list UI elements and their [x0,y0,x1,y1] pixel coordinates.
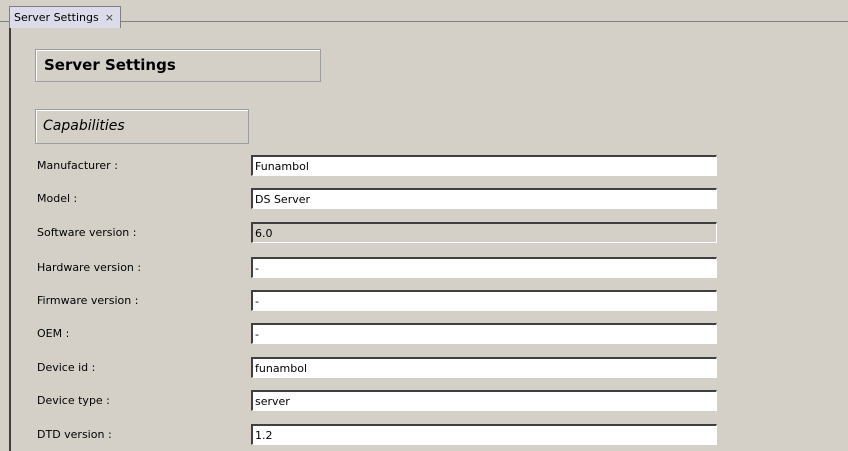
model-label: Model : [37,192,78,205]
oem-row: OEM : [11,323,841,345]
device-type-field[interactable] [251,390,717,411]
manufacturer-row: Manufacturer : [11,155,841,177]
device-id-row: Device id : [11,357,841,379]
oem-field[interactable] [251,323,717,344]
hardware-version-field[interactable] [251,257,717,278]
firmware-version-row: Firmware version : [11,290,841,312]
tab-strip: Server Settings × [0,0,848,28]
hardware-version-row: Hardware version : [11,257,841,279]
server-settings-window: Server Settings × Server Settings Capabi… [0,0,848,451]
device-id-label: Device id : [37,361,96,374]
capabilities-section-title: Capabilities [35,109,249,144]
firmware-version-field[interactable] [251,290,717,311]
tab-server-settings[interactable]: Server Settings × [9,6,121,28]
dtd-version-row: DTD version : [11,424,841,446]
oem-label: OEM : [37,327,70,340]
dtd-version-field[interactable] [251,424,717,445]
model-row: Model : [11,188,841,210]
manufacturer-label: Manufacturer : [37,159,118,172]
tab-label: Server Settings [14,10,99,24]
device-type-label: Device type : [37,394,110,407]
settings-panel: Server Settings Capabilities Manufacture… [9,28,848,451]
software-version-field[interactable] [251,222,717,243]
hardware-version-label: Hardware version : [37,261,142,274]
firmware-version-label: Firmware version : [37,294,139,307]
device-type-row: Device type : [11,390,841,412]
manufacturer-field[interactable] [251,155,717,176]
page-title: Server Settings [35,49,321,82]
dtd-version-label: DTD version : [37,428,112,441]
device-id-field[interactable] [251,357,717,378]
software-version-label: Software version : [37,226,137,239]
software-version-row: Software version : [11,222,841,244]
model-field[interactable] [251,188,717,209]
close-icon[interactable]: × [105,8,114,28]
